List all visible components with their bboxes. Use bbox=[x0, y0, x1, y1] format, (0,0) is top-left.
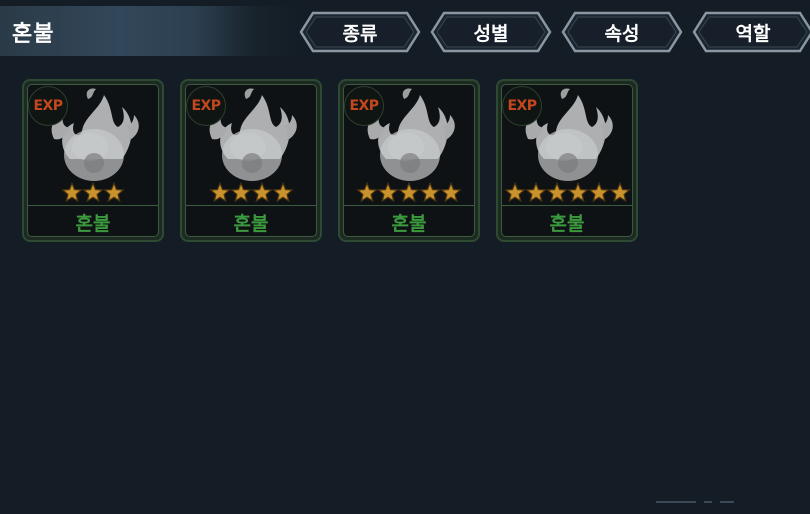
star-icon bbox=[419, 182, 441, 203]
star-icon bbox=[356, 182, 378, 203]
star-icon bbox=[377, 182, 399, 203]
exp-badge-text: EXP bbox=[507, 98, 537, 114]
filter-tab-label: 성별 bbox=[473, 22, 509, 45]
exp-badge: EXP bbox=[344, 86, 384, 126]
star-icon bbox=[608, 182, 631, 203]
card-name: 혼불 bbox=[233, 213, 269, 235]
card-frame: EXP 혼불 bbox=[27, 84, 159, 237]
filter-tab-label: 종류 bbox=[342, 22, 378, 45]
filter-tab-type[interactable]: 종류 bbox=[299, 11, 421, 53]
exp-badge: EXP bbox=[502, 86, 542, 126]
card-divider bbox=[186, 205, 316, 206]
star-icon bbox=[524, 182, 547, 203]
star-rating bbox=[344, 182, 474, 203]
star-icon bbox=[545, 182, 568, 203]
filter-tab-role[interactable]: 역할 bbox=[692, 11, 810, 53]
star-icon bbox=[271, 182, 294, 203]
page-title: 혼불 bbox=[12, 22, 55, 47]
star-icon bbox=[82, 182, 104, 203]
card-frame: EXP 혼불 bbox=[185, 84, 317, 237]
character-card[interactable]: EXP 혼불 bbox=[180, 79, 322, 242]
exp-badge-text: EXP bbox=[33, 98, 63, 114]
star-icon bbox=[398, 182, 420, 203]
star-icon bbox=[103, 182, 125, 203]
exp-badge-text: EXP bbox=[191, 98, 221, 114]
exp-badge: EXP bbox=[186, 86, 226, 126]
card-frame: EXP 혼불 bbox=[501, 84, 633, 237]
exp-badge: EXP bbox=[28, 86, 68, 126]
star-rating bbox=[502, 182, 632, 203]
card-divider bbox=[344, 205, 474, 206]
star-icon bbox=[229, 182, 252, 203]
card-divider bbox=[28, 205, 158, 206]
star-icon bbox=[250, 182, 273, 203]
corner-decoration bbox=[656, 501, 734, 503]
star-rating bbox=[186, 182, 316, 203]
character-card[interactable]: EXP 혼불 bbox=[22, 79, 164, 242]
filter-tab-attribute[interactable]: 속성 bbox=[561, 11, 683, 53]
character-card[interactable]: EXP 혼불 bbox=[338, 79, 480, 242]
filter-tab-gender[interactable]: 성별 bbox=[430, 11, 552, 53]
filter-tab-label: 속성 bbox=[604, 22, 640, 45]
card-divider bbox=[502, 205, 632, 206]
card-name: 혼불 bbox=[549, 213, 585, 235]
star-icon bbox=[503, 182, 526, 203]
star-icon bbox=[587, 182, 610, 203]
character-card[interactable]: EXP 혼불 bbox=[496, 79, 638, 242]
star-icon bbox=[208, 182, 231, 203]
filter-tab-label: 역할 bbox=[735, 22, 771, 45]
star-rating bbox=[28, 182, 158, 203]
exp-badge-text: EXP bbox=[349, 98, 379, 114]
card-name: 혼불 bbox=[391, 213, 427, 235]
card-name: 혼불 bbox=[75, 213, 111, 235]
star-icon bbox=[440, 182, 462, 203]
card-frame: EXP 혼불 bbox=[343, 84, 475, 237]
star-icon bbox=[61, 182, 83, 203]
star-icon bbox=[566, 182, 589, 203]
